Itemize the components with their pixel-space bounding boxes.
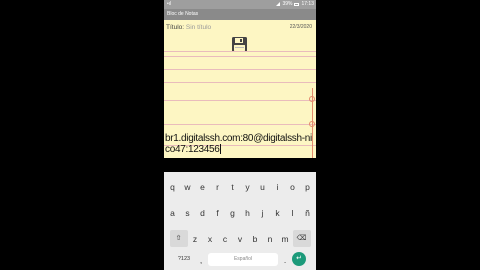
pad-line bbox=[164, 51, 316, 52]
comma-key[interactable]: , bbox=[194, 250, 208, 270]
keyboard-row-2: asdfghjklñ bbox=[164, 203, 316, 223]
backspace-key[interactable]: ⌫ bbox=[292, 230, 311, 247]
battery-icon bbox=[294, 2, 300, 6]
key-r[interactable]: r bbox=[210, 177, 225, 197]
key-e[interactable]: e bbox=[195, 177, 210, 197]
key-j[interactable]: j bbox=[255, 203, 270, 223]
text-cursor bbox=[219, 144, 221, 155]
key-p[interactable]: p bbox=[300, 177, 315, 197]
key-x[interactable]: x bbox=[203, 229, 218, 249]
app-bar: Bloc de Notas bbox=[164, 9, 316, 20]
note-date: 22/3/2020 bbox=[289, 24, 312, 30]
enter-key[interactable]: ↵ bbox=[292, 252, 306, 266]
key-q[interactable]: q bbox=[165, 177, 180, 197]
space-key[interactable]: Español bbox=[208, 253, 278, 266]
key-a[interactable]: a bbox=[165, 203, 180, 223]
status-bar: •ıl 39% 17:13 bbox=[164, 0, 316, 9]
key-v[interactable]: v bbox=[233, 229, 248, 249]
key-s[interactable]: s bbox=[180, 203, 195, 223]
key-c[interactable]: c bbox=[218, 229, 233, 249]
key-f[interactable]: f bbox=[210, 203, 225, 223]
key-m[interactable]: m bbox=[278, 229, 293, 249]
battery-level: 39% bbox=[282, 1, 293, 7]
app-title: Bloc de Notas bbox=[167, 11, 199, 17]
pad-line bbox=[164, 100, 316, 101]
key-o[interactable]: o bbox=[285, 177, 300, 197]
key-ñ[interactable]: ñ bbox=[300, 203, 315, 223]
notepad-area[interactable]: Título: Sin título 22/3/2020 br1.digital… bbox=[164, 20, 316, 158]
status-right-group: 39% 17:13 bbox=[276, 1, 314, 7]
key-n[interactable]: n bbox=[263, 229, 278, 249]
note-title-field[interactable]: Título: Sin título bbox=[166, 24, 211, 31]
keyboard-row-1: qwertyuiop bbox=[164, 177, 316, 197]
keyboard-row-3-letters: zxcvbnm bbox=[188, 229, 293, 249]
status-time: 17:13 bbox=[301, 1, 314, 7]
key-z[interactable]: z bbox=[188, 229, 203, 249]
key-b[interactable]: b bbox=[248, 229, 263, 249]
keyboard-row-4: ?123 , Español . ↵ bbox=[164, 250, 316, 270]
pad-line bbox=[164, 82, 316, 83]
key-w[interactable]: w bbox=[180, 177, 195, 197]
margin-handle[interactable] bbox=[309, 96, 315, 102]
key-u[interactable]: u bbox=[255, 177, 270, 197]
key-l[interactable]: l bbox=[285, 203, 300, 223]
signal-icon bbox=[276, 2, 281, 6]
key-t[interactable]: t bbox=[225, 177, 240, 197]
keyboard-row-3: ⇧ zxcvbnm ⌫ bbox=[164, 229, 316, 249]
phone-screen: •ıl 39% 17:13 Bloc de Notas Título: Sin … bbox=[164, 0, 316, 270]
note-body-content: br1.digitalssh.com:80@digitalssh-nico47:… bbox=[165, 133, 312, 155]
note-title-label: Título: bbox=[166, 24, 185, 31]
symbols-key[interactable]: ?123 bbox=[174, 251, 194, 268]
pad-line bbox=[164, 56, 316, 57]
key-d[interactable]: d bbox=[195, 203, 210, 223]
key-y[interactable]: y bbox=[240, 177, 255, 197]
margin-handle[interactable] bbox=[309, 121, 315, 127]
note-title-value[interactable]: Sin título bbox=[186, 24, 211, 31]
pad-line bbox=[164, 124, 316, 125]
key-i[interactable]: i bbox=[270, 177, 285, 197]
pad-line bbox=[164, 69, 316, 70]
status-notification-icons: •ıl bbox=[167, 1, 172, 7]
key-k[interactable]: k bbox=[270, 203, 285, 223]
on-screen-keyboard: qwertyuiop asdfghjklñ ⇧ zxcvbnm ⌫ ?123 ,… bbox=[164, 172, 316, 270]
key-g[interactable]: g bbox=[225, 203, 240, 223]
shift-key[interactable]: ⇧ bbox=[169, 230, 188, 247]
note-body-text[interactable]: br1.digitalssh.com:80@digitalssh-nico47:… bbox=[165, 133, 313, 155]
key-h[interactable]: h bbox=[240, 203, 255, 223]
period-key[interactable]: . bbox=[278, 250, 292, 270]
